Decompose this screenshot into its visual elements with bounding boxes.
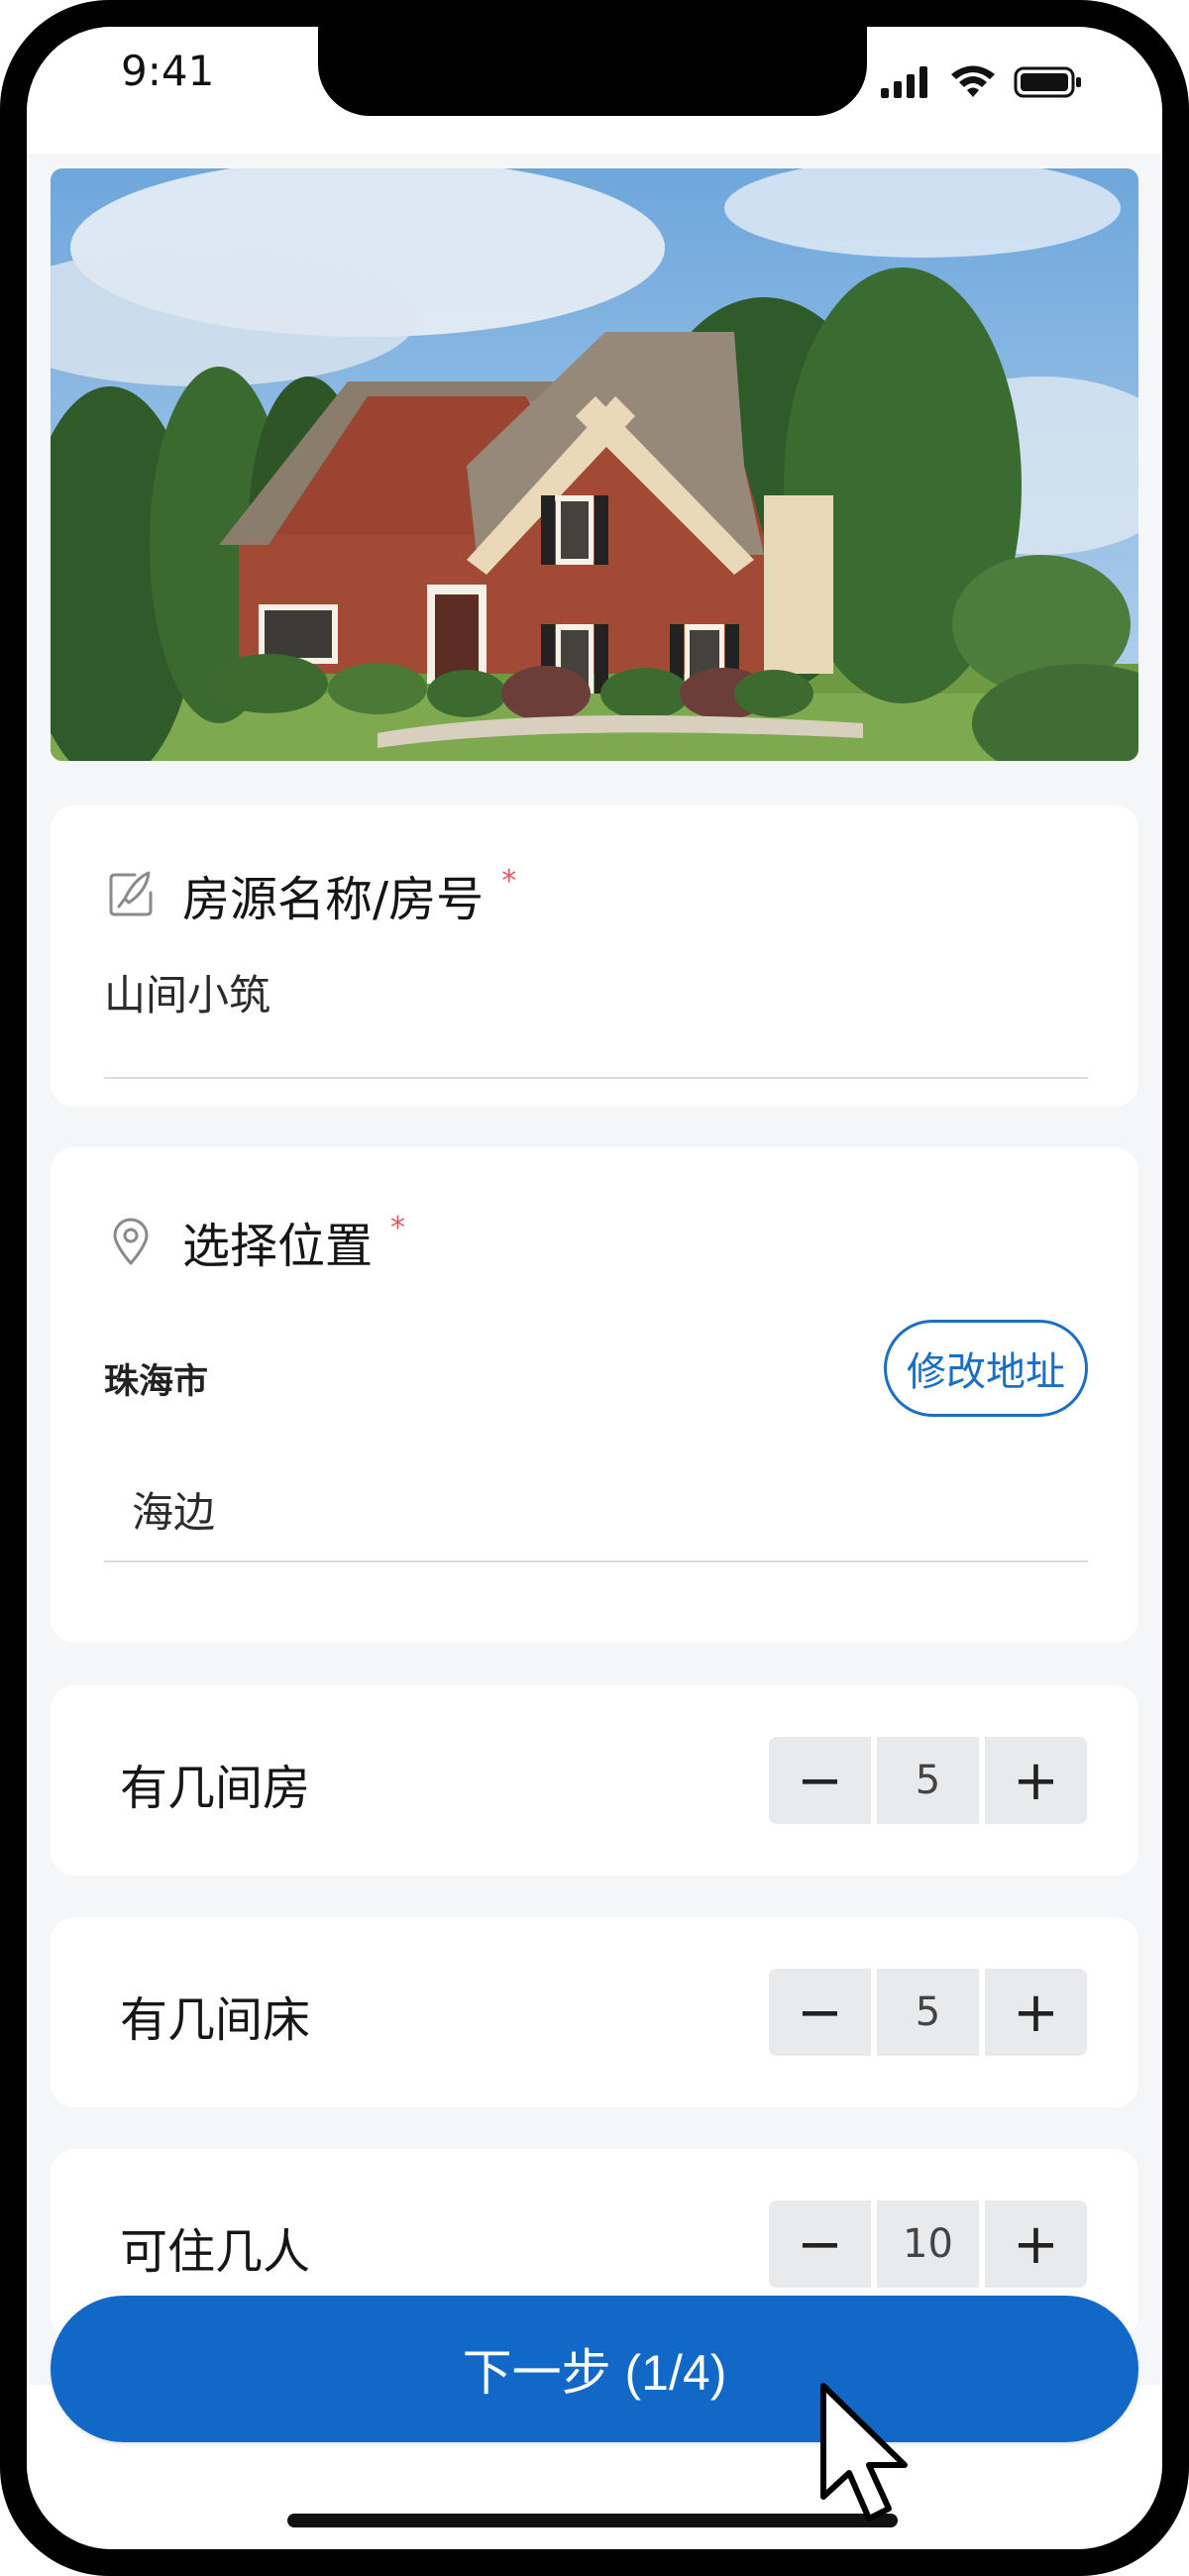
edit-icon bbox=[109, 871, 153, 916]
signal-icon bbox=[881, 66, 927, 98]
location-label: 选择位置 bbox=[182, 1219, 374, 1274]
required-mark: * bbox=[501, 863, 517, 899]
notch bbox=[318, 27, 867, 116]
bed-count-card: 有几间床 − 5 + bbox=[51, 1917, 1138, 2107]
room-count-stepper: − 5 + bbox=[769, 1737, 1087, 1824]
guest-count-label: 可住几人 bbox=[120, 2224, 311, 2280]
guest-count-value[interactable]: 10 bbox=[877, 2200, 979, 2288]
increment-button[interactable]: + bbox=[985, 1969, 1087, 2056]
location-header: 选择位置 * bbox=[105, 1207, 405, 1276]
edit-address-button[interactable]: 修改地址 bbox=[884, 1320, 1088, 1417]
listing-name-header: 房源名称/房号 * bbox=[105, 860, 516, 929]
listing-name-underline bbox=[104, 1077, 1088, 1079]
next-step-button[interactable]: 下一步 (1/4) bbox=[51, 2296, 1138, 2442]
status-icons bbox=[881, 62, 1083, 102]
status-time: 9:41 bbox=[121, 47, 215, 95]
listing-name-card: 房源名称/房号 * 山间小筑 bbox=[51, 805, 1138, 1107]
decrement-button[interactable]: − bbox=[769, 2200, 871, 2288]
location-card: 选择位置 * 珠海市 修改地址 海边 bbox=[51, 1147, 1138, 1643]
bed-count-value[interactable]: 5 bbox=[877, 1969, 979, 2056]
guest-count-stepper: − 10 + bbox=[769, 2200, 1087, 2288]
listing-name-input[interactable]: 山间小筑 bbox=[104, 962, 270, 1022]
mouse-cursor-icon bbox=[820, 2383, 908, 2522]
home-indicator[interactable] bbox=[287, 2514, 898, 2527]
listing-name-label: 房源名称/房号 bbox=[182, 872, 485, 927]
phone-frame: 9:41 房源名称/房号 * 山间小筑 选择位置 * 珠海市 修改地址 海边 有… bbox=[0, 0, 1189, 2576]
bed-count-label: 有几间床 bbox=[120, 1992, 311, 2048]
room-count-card: 有几间房 − 5 + bbox=[51, 1685, 1138, 1876]
wifi-icon bbox=[951, 65, 995, 97]
address-underline bbox=[104, 1560, 1088, 1562]
increment-button[interactable]: + bbox=[985, 2200, 1087, 2288]
room-count-value[interactable]: 5 bbox=[877, 1737, 979, 1824]
bed-count-stepper: − 5 + bbox=[769, 1969, 1087, 2056]
room-count-label: 有几间房 bbox=[120, 1761, 311, 1816]
decrement-button[interactable]: − bbox=[769, 1969, 871, 2056]
address-detail-input[interactable]: 海边 bbox=[132, 1479, 215, 1540]
battery-icon bbox=[1014, 66, 1081, 98]
decrement-button[interactable]: − bbox=[769, 1737, 871, 1824]
app-screen: 9:41 房源名称/房号 * 山间小筑 选择位置 * 珠海市 修改地址 海边 有… bbox=[27, 27, 1162, 2549]
location-pin-icon bbox=[113, 1218, 149, 1265]
required-mark: * bbox=[390, 1210, 406, 1245]
city-name: 珠海市 bbox=[104, 1362, 209, 1402]
house-photo bbox=[51, 168, 1138, 761]
increment-button[interactable]: + bbox=[985, 1737, 1087, 1824]
